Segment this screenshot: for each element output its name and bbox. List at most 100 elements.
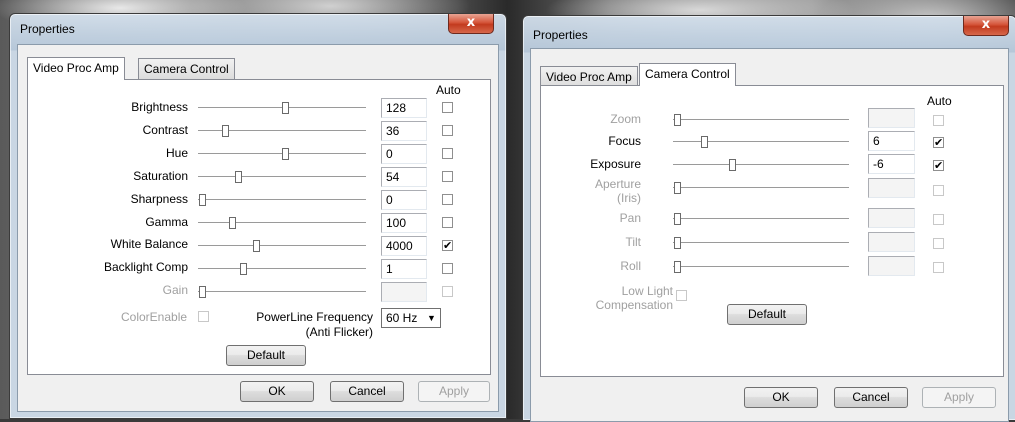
gain-value-field[interactable]	[381, 282, 427, 302]
gain-label: Gain	[162, 283, 188, 297]
tab-panel: Auto Zoom Focus 6 ✔ Exposure -6 ✔ Apertu…	[540, 85, 1004, 377]
exposure-slider-thumb[interactable]	[729, 159, 736, 171]
gain-slider-thumb[interactable]	[199, 286, 206, 298]
saturation-slider-thumb[interactable]	[235, 171, 242, 183]
tab-camera-control[interactable]: Camera Control	[138, 58, 235, 79]
title-bar[interactable]: Properties x	[10, 14, 506, 44]
white-balance-slider[interactable]	[198, 240, 366, 252]
window-title: Properties	[20, 22, 75, 36]
hue-auto-checkbox[interactable]	[442, 148, 453, 159]
focus-value-field[interactable]: 6	[868, 131, 915, 151]
zoom-auto-checkbox[interactable]	[933, 115, 944, 126]
roll-label: Roll	[620, 259, 641, 273]
exposure-auto-checkbox[interactable]: ✔	[933, 160, 944, 171]
roll-slider[interactable]	[673, 261, 849, 273]
anti-flicker-label: (Anti Flicker)	[305, 325, 373, 339]
brightness-auto-checkbox[interactable]	[442, 102, 453, 113]
aperture-label: Aperture	[594, 177, 641, 191]
close-button[interactable]: x	[448, 14, 494, 34]
gamma-slider[interactable]	[198, 217, 366, 229]
tilt-slider[interactable]	[673, 237, 849, 249]
color-enable-checkbox[interactable]	[198, 311, 209, 322]
iris-label: (Iris)	[617, 191, 641, 205]
powerline-frequency-value: 60 Hz	[386, 311, 418, 325]
gamma-slider-thumb[interactable]	[229, 217, 236, 229]
tab-video-proc-amp[interactable]: Video Proc Amp	[27, 57, 125, 80]
roll-slider-thumb[interactable]	[674, 261, 681, 273]
focus-auto-checkbox[interactable]: ✔	[933, 137, 944, 148]
sharpness-slider-thumb[interactable]	[199, 194, 206, 206]
auto-header: Auto	[436, 83, 461, 97]
tab-panel: Auto Brightness 128 Contrast 36 Hue 0 Sa…	[27, 79, 491, 375]
gain-slider[interactable]	[198, 286, 366, 298]
properties-dialog-video-proc-amp: Properties x Video Proc Amp Camera Contr…	[9, 13, 507, 419]
focus-slider[interactable]	[673, 136, 849, 148]
saturation-value-field[interactable]: 54	[381, 167, 427, 187]
aperture-slider-thumb[interactable]	[674, 182, 681, 194]
backlight-comp-auto-checkbox[interactable]	[442, 263, 453, 274]
aperture-auto-checkbox[interactable]	[933, 185, 944, 196]
gamma-auto-checkbox[interactable]	[442, 217, 453, 228]
cancel-button[interactable]: Cancel	[330, 381, 404, 402]
apply-button[interactable]: Apply	[922, 387, 996, 408]
exposure-label: Exposure	[590, 157, 641, 171]
aperture-value-field[interactable]	[868, 178, 915, 198]
brightness-slider-thumb[interactable]	[282, 102, 289, 114]
focus-slider-thumb[interactable]	[701, 136, 708, 148]
zoom-value-field[interactable]	[868, 108, 915, 128]
tab-camera-control[interactable]: Camera Control	[639, 63, 736, 86]
zoom-slider-thumb[interactable]	[674, 114, 681, 126]
apply-button[interactable]: Apply	[418, 381, 490, 402]
sharpness-value-field[interactable]: 0	[381, 190, 427, 210]
low-light-compensation-checkbox[interactable]	[676, 290, 687, 301]
hue-value-field[interactable]: 0	[381, 144, 427, 164]
gamma-value-field[interactable]: 100	[381, 213, 427, 233]
backlight-comp-slider-thumb[interactable]	[240, 263, 247, 275]
powerline-frequency-select[interactable]: 60 Hz ▼	[381, 308, 441, 328]
contrast-label: Contrast	[142, 123, 188, 137]
white-balance-auto-checkbox[interactable]: ✔	[442, 240, 453, 251]
close-button[interactable]: x	[963, 16, 1009, 36]
saturation-slider[interactable]	[198, 171, 366, 183]
tilt-value-field[interactable]	[868, 232, 915, 252]
contrast-value-field[interactable]: 36	[381, 121, 427, 141]
exposure-slider[interactable]	[673, 159, 849, 171]
powerline-frequency-label: PowerLine Frequency	[256, 310, 373, 324]
contrast-slider-thumb[interactable]	[222, 125, 229, 137]
exposure-value-field[interactable]: -6	[868, 154, 915, 174]
brightness-slider[interactable]	[198, 102, 366, 114]
aperture-slider[interactable]	[673, 182, 849, 194]
roll-auto-checkbox[interactable]	[933, 262, 944, 273]
title-bar[interactable]: Properties x	[523, 16, 1015, 46]
default-button[interactable]: Default	[727, 304, 807, 325]
tilt-auto-checkbox[interactable]	[933, 238, 944, 249]
saturation-auto-checkbox[interactable]	[442, 171, 453, 182]
white-balance-slider-thumb[interactable]	[253, 240, 260, 252]
hue-slider[interactable]	[198, 148, 366, 160]
contrast-auto-checkbox[interactable]	[442, 125, 453, 136]
cancel-button[interactable]: Cancel	[834, 387, 908, 408]
pan-slider[interactable]	[673, 213, 849, 225]
sharpness-auto-checkbox[interactable]	[442, 194, 453, 205]
sharpness-slider[interactable]	[198, 194, 366, 206]
ok-button[interactable]: OK	[744, 387, 818, 408]
gain-auto-checkbox[interactable]	[442, 286, 453, 297]
contrast-slider[interactable]	[198, 125, 366, 137]
tilt-slider-thumb[interactable]	[674, 237, 681, 249]
white-balance-value-field[interactable]: 4000	[381, 236, 427, 256]
pan-slider-thumb[interactable]	[674, 213, 681, 225]
brightness-value-field[interactable]: 128	[381, 98, 427, 118]
tilt-label: Tilt	[625, 235, 641, 249]
hue-slider-thumb[interactable]	[282, 148, 289, 160]
pan-auto-checkbox[interactable]	[933, 214, 944, 225]
roll-value-field[interactable]	[868, 256, 915, 276]
properties-dialog-camera-control: Properties x Video Proc Amp Camera Contr…	[522, 15, 1015, 422]
pan-value-field[interactable]	[868, 208, 915, 228]
default-button[interactable]: Default	[226, 345, 306, 366]
tab-video-proc-amp[interactable]: Video Proc Amp	[540, 66, 638, 87]
backlight-comp-slider[interactable]	[198, 263, 366, 275]
backlight-comp-value-field[interactable]: 1	[381, 259, 427, 279]
zoom-slider[interactable]	[673, 114, 849, 126]
ok-button[interactable]: OK	[240, 381, 314, 402]
close-icon: x	[981, 17, 991, 32]
